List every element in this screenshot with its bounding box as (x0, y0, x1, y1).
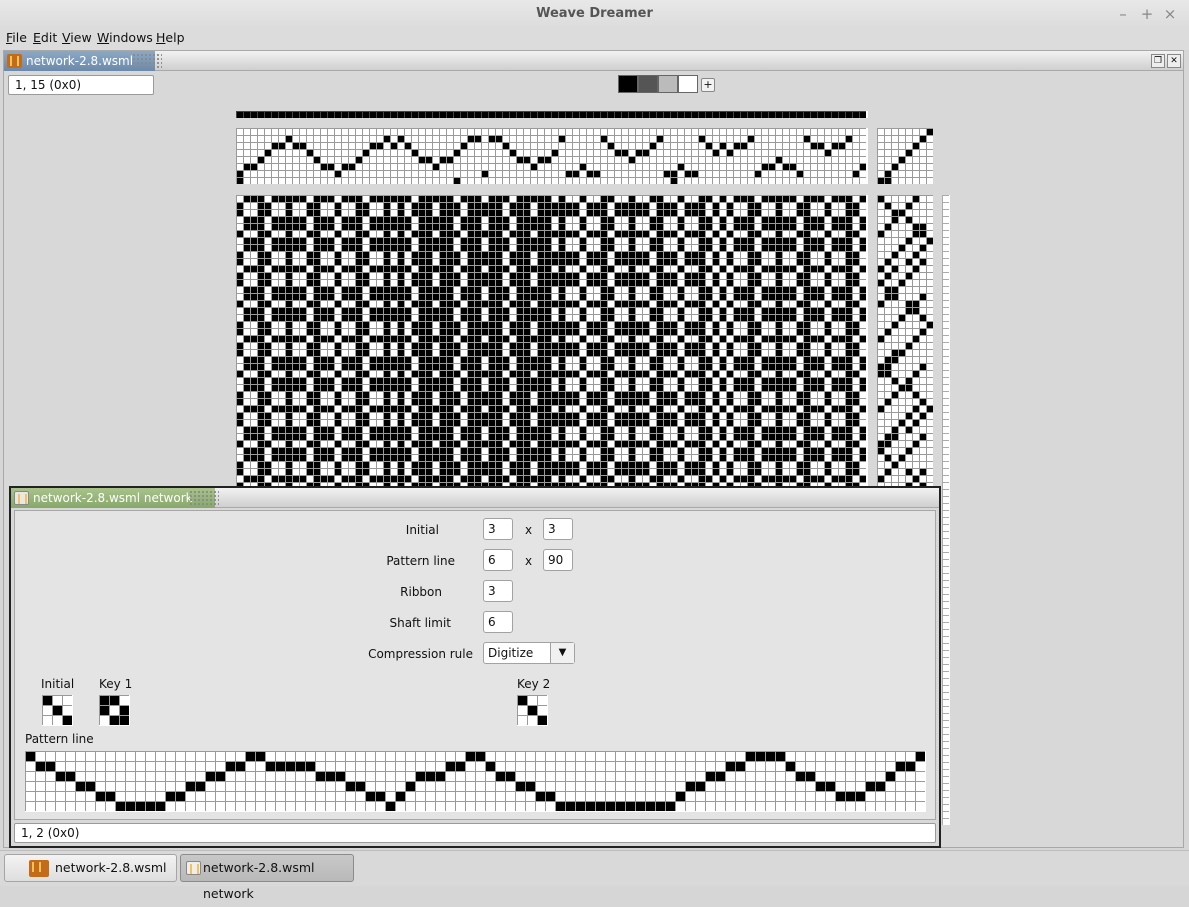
menu-mnemonic: E (33, 30, 41, 45)
key2-label: Key 2 (517, 677, 551, 691)
document-title: network-2.8.wsml (26, 54, 134, 68)
initial-height-field[interactable]: 3 (543, 518, 573, 540)
g-draw-svg (236, 195, 866, 486)
g-warp-svg (236, 111, 866, 118)
weft-color-column[interactable] (942, 195, 950, 825)
menu-label: indows (109, 30, 153, 45)
warp-color-row[interactable] (236, 111, 868, 118)
times-separator: x (525, 523, 533, 537)
menu-mnemonic: W (97, 30, 110, 45)
palette-color-light-gray[interactable] (658, 75, 678, 93)
network-frame: network-2.8.wsml network Initial 3 x 3 P… (9, 486, 941, 848)
menu-bar: File Edit View Windows Help (0, 28, 1189, 50)
java-window-icon (14, 491, 29, 505)
ribbon-field[interactable]: 3 (483, 580, 513, 602)
menu-view[interactable]: View (62, 30, 92, 45)
compression-rule-value: Digitize (488, 646, 534, 660)
weave-app-icon (29, 860, 49, 877)
add-color-button[interactable]: + (701, 78, 715, 92)
key1-grid[interactable] (99, 695, 130, 726)
network-panel: Initial 3 x 3 Pattern line 6 x 90 Ribbon… (14, 510, 936, 820)
palette-color-black[interactable] (618, 75, 638, 93)
k-key2-svg (517, 695, 547, 725)
menu-help[interactable]: Help (156, 30, 185, 45)
document-frame-title-bar[interactable]: network-2.8.wsml ❐ ✕ (4, 51, 1183, 71)
compression-rule-label: Compression rule (368, 647, 473, 661)
k-initial-svg (42, 695, 72, 725)
key1-label: Key 1 (99, 677, 133, 691)
network-tab[interactable]: network-2.8.wsml network (11, 488, 215, 508)
initial-label: Initial (405, 523, 439, 537)
pattern-line-grid[interactable] (25, 751, 926, 812)
close-icon[interactable]: × (1159, 0, 1181, 28)
network-frame-title-bar[interactable]: network-2.8.wsml network (11, 488, 939, 508)
java-window-icon (186, 861, 201, 875)
menu-label: ile (12, 30, 27, 45)
menu-windows[interactable]: Windows (97, 30, 153, 45)
g-weft-svg (942, 195, 949, 825)
palette-color-dark-gray[interactable] (638, 75, 658, 93)
drag-gripper-icon[interactable] (189, 490, 219, 506)
drawdown-grid[interactable] (236, 195, 868, 486)
shaft-limit-field[interactable]: 6 (483, 611, 513, 633)
pattern-line-grid-label: Pattern line (25, 732, 94, 746)
menu-label: dit (40, 30, 58, 45)
window-title-bar: Weave Dreamer (0, 0, 1189, 28)
task-network-wsml-network[interactable]: network-2.8.wsml network (180, 854, 354, 901)
menu-file[interactable]: File (6, 30, 27, 45)
frame-close-icon[interactable]: ✕ (1167, 54, 1181, 68)
menu-edit[interactable]: Edit (33, 30, 57, 45)
menu-label: elp (165, 30, 185, 45)
initial-key-grid[interactable] (42, 695, 73, 726)
minimize-icon[interactable]: – (1112, 0, 1134, 28)
restore-icon[interactable]: ❐ (1151, 54, 1165, 68)
menu-mnemonic: H (156, 30, 166, 45)
task-network-wsml[interactable]: network-2.8.wsml (4, 854, 177, 882)
pattern-line-height-field[interactable]: 90 (543, 549, 573, 571)
initial-key-label: Initial (41, 677, 75, 691)
network-status-field[interactable]: 1, 2 (0x0) (14, 823, 936, 843)
window-title: Weave Dreamer (536, 6, 653, 21)
g-thread-svg (236, 128, 866, 184)
chevron-down-icon[interactable]: ▼ (550, 643, 574, 663)
g-tieup-svg (877, 128, 933, 184)
drag-gripper-icon[interactable] (132, 53, 162, 69)
document-status-field[interactable]: 1, 15 (0x0) (8, 75, 154, 95)
ribbon-label: Ribbon (400, 585, 442, 599)
maximize-icon[interactable]: + (1136, 0, 1158, 28)
compression-rule-select[interactable]: Digitize ▼ (483, 642, 575, 664)
task-label: network-2.8.wsml (55, 860, 167, 875)
network-title: network-2.8.wsml network (33, 491, 193, 505)
k-key1-svg (99, 695, 129, 725)
weave-app-icon (7, 54, 22, 68)
pattern-line-label: Pattern line (386, 554, 455, 568)
task-label: network-2.8.wsml network (203, 860, 315, 901)
taskbar: network-2.8.wsml network-2.8.wsml networ… (0, 850, 1189, 901)
tieup-grid[interactable] (877, 128, 933, 184)
initial-width-field[interactable]: 3 (483, 518, 513, 540)
shaft-limit-label: Shaft limit (389, 616, 451, 630)
menu-label: iew (70, 30, 92, 45)
times-separator: x (525, 554, 533, 568)
pattern-line-width-field[interactable]: 6 (483, 549, 513, 571)
k-pattern-svg (25, 751, 925, 811)
g-tread-svg (877, 195, 933, 486)
threading-grid[interactable] (236, 128, 868, 184)
palette-color-white[interactable] (678, 75, 698, 93)
treadling-grid[interactable] (877, 195, 933, 486)
key2-grid[interactable] (517, 695, 548, 726)
